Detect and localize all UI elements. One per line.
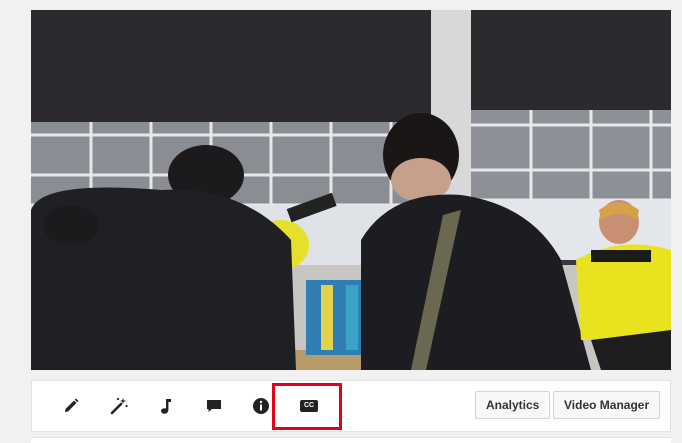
info-icon[interactable]: [249, 394, 273, 418]
video-manager-button[interactable]: Video Manager: [553, 391, 661, 419]
comment-icon[interactable]: [202, 394, 226, 418]
bottom-panel-edge: [31, 437, 671, 443]
music-note-icon[interactable]: [154, 394, 178, 418]
magic-wand-icon[interactable]: [107, 394, 131, 418]
video-player[interactable]: [31, 10, 671, 370]
video-editor-page: CC Analytics Video Manager: [0, 0, 682, 443]
video-frame-image: [31, 10, 671, 370]
cc-label: CC: [303, 402, 315, 409]
analytics-button[interactable]: Analytics: [475, 391, 551, 419]
editor-toolbar: CC Analytics Video Manager: [31, 380, 671, 432]
pencil-icon[interactable]: [59, 394, 83, 418]
cc-icon[interactable]: CC: [297, 394, 321, 418]
